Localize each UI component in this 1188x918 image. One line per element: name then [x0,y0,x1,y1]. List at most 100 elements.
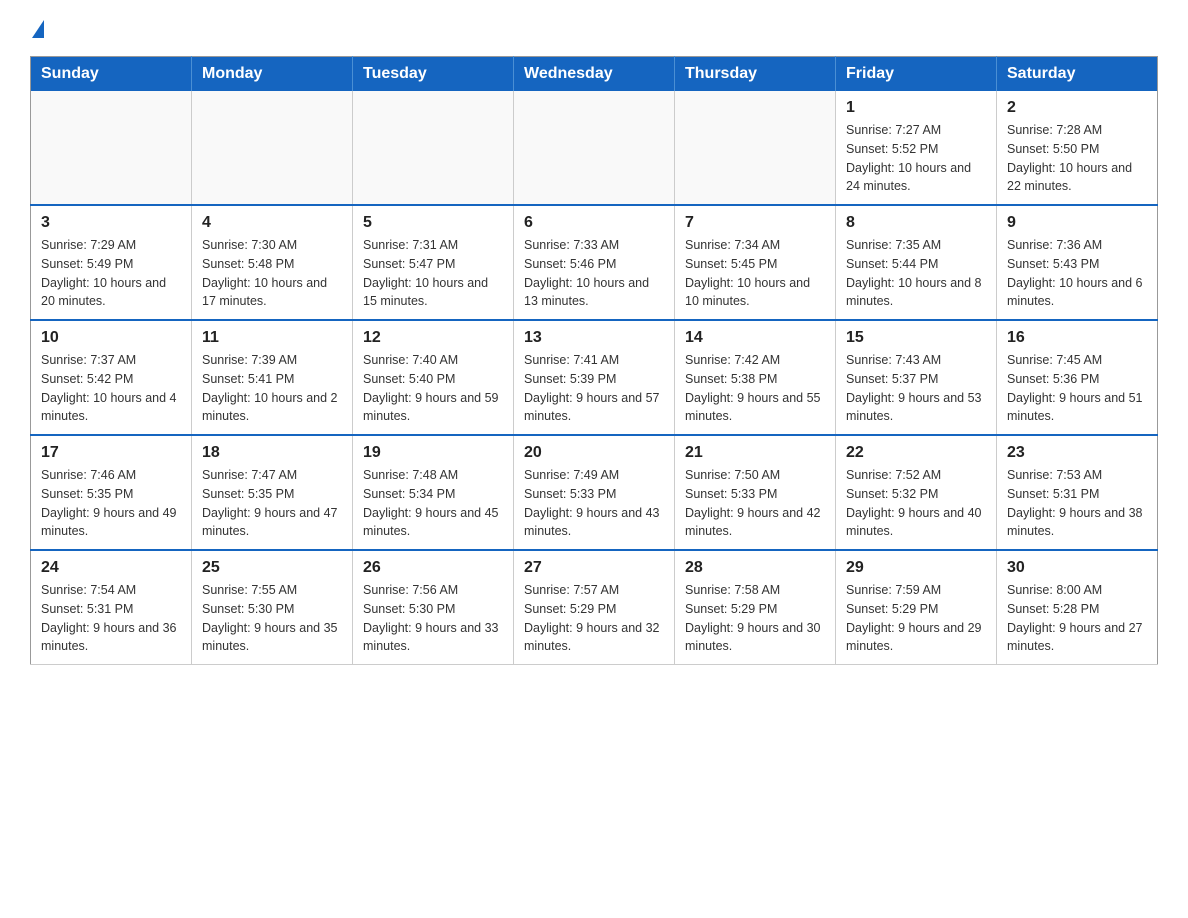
day-sun-info: Sunrise: 7:42 AMSunset: 5:38 PMDaylight:… [685,351,825,426]
day-number: 3 [41,214,181,232]
calendar-cell [31,91,192,205]
calendar-cell: 20Sunrise: 7:49 AMSunset: 5:33 PMDayligh… [514,435,675,550]
day-number: 21 [685,444,825,462]
day-sun-info: Sunrise: 7:36 AMSunset: 5:43 PMDaylight:… [1007,236,1147,311]
page-header [30,20,1158,38]
day-number: 7 [685,214,825,232]
day-number: 11 [202,329,342,347]
logo [30,20,44,38]
calendar-cell: 18 Sunrise: 7:47 AMSunset: 5:35 PMDayligh… [192,435,353,550]
calendar-cell: 6 Sunrise: 7:33 AMSunset: 5:46 PMDaylight… [514,205,675,320]
calendar-cell [192,91,353,205]
day-number: 5 [363,214,503,232]
day-number: 22 [846,444,986,462]
day-sun-info: Sunrise: 7:29 AMSunset: 5:49 PMDaylight:… [41,236,181,311]
day-sun-info: Sunrise: 7:43 AMSunset: 5:37 PMDaylight:… [846,351,986,426]
calendar-cell: 15 Sunrise: 7:43 AMSunset: 5:37 PMDayligh… [836,320,997,435]
calendar-cell: 17Sunrise: 7:46 AMSunset: 5:35 PMDayligh… [31,435,192,550]
calendar-cell: 22 Sunrise: 7:52 AMSunset: 5:32 PMDayligh… [836,435,997,550]
day-sun-info: Sunrise: 7:28 AMSunset: 5:50 PMDaylight:… [1007,121,1147,196]
day-number: 12 [363,329,503,347]
day-number: 18 [202,444,342,462]
day-sun-info: Sunrise: 7:59 AMSunset: 5:29 PMDaylight:… [846,581,986,656]
calendar-cell: 21Sunrise: 7:50 AMSunset: 5:33 PMDayligh… [675,435,836,550]
calendar-cell [353,91,514,205]
calendar-cell: 26Sunrise: 7:56 AMSunset: 5:30 PMDayligh… [353,550,514,665]
day-sun-info: Sunrise: 7:33 AMSunset: 5:46 PMDaylight:… [524,236,664,311]
calendar-cell: 4 Sunrise: 7:30 AMSunset: 5:48 PMDaylight… [192,205,353,320]
day-number: 20 [524,444,664,462]
calendar-cell: 5 Sunrise: 7:31 AMSunset: 5:47 PMDaylight… [353,205,514,320]
calendar-cell: 7 Sunrise: 7:34 AMSunset: 5:45 PMDaylight… [675,205,836,320]
calendar-cell: 30 Sunrise: 8:00 AMSunset: 5:28 PMDayligh… [997,550,1158,665]
day-number: 4 [202,214,342,232]
calendar-cell: 12 Sunrise: 7:40 AMSunset: 5:40 PMDayligh… [353,320,514,435]
day-sun-info: Sunrise: 7:46 AMSunset: 5:35 PMDaylight:… [41,466,181,541]
week-row-2: 3 Sunrise: 7:29 AMSunset: 5:49 PMDaylight… [31,205,1158,320]
day-sun-info: Sunrise: 7:31 AMSunset: 5:47 PMDaylight:… [363,236,503,311]
calendar-cell: 3 Sunrise: 7:29 AMSunset: 5:49 PMDaylight… [31,205,192,320]
calendar-table: SundayMondayTuesdayWednesdayThursdayFrid… [30,56,1158,665]
calendar-cell: 19 Sunrise: 7:48 AMSunset: 5:34 PMDayligh… [353,435,514,550]
weekday-header-thursday: Thursday [675,57,836,92]
day-sun-info: Sunrise: 7:52 AMSunset: 5:32 PMDaylight:… [846,466,986,541]
weekday-header-friday: Friday [836,57,997,92]
day-sun-info: Sunrise: 7:35 AMSunset: 5:44 PMDaylight:… [846,236,986,311]
day-number: 29 [846,559,986,577]
logo-triangle-icon [32,20,44,38]
day-sun-info: Sunrise: 7:53 AMSunset: 5:31 PMDaylight:… [1007,466,1147,541]
calendar-cell: 2 Sunrise: 7:28 AMSunset: 5:50 PMDaylight… [997,91,1158,205]
day-number: 10 [41,329,181,347]
calendar-cell: 11 Sunrise: 7:39 AMSunset: 5:41 PMDayligh… [192,320,353,435]
week-row-4: 17Sunrise: 7:46 AMSunset: 5:35 PMDayligh… [31,435,1158,550]
day-sun-info: Sunrise: 7:45 AMSunset: 5:36 PMDaylight:… [1007,351,1147,426]
day-number: 28 [685,559,825,577]
calendar-cell: 8 Sunrise: 7:35 AMSunset: 5:44 PMDaylight… [836,205,997,320]
weekday-header-monday: Monday [192,57,353,92]
day-sun-info: Sunrise: 7:37 AMSunset: 5:42 PMDaylight:… [41,351,181,426]
day-number: 15 [846,329,986,347]
day-sun-info: Sunrise: 7:48 AMSunset: 5:34 PMDaylight:… [363,466,503,541]
day-sun-info: Sunrise: 8:00 AMSunset: 5:28 PMDaylight:… [1007,581,1147,656]
day-sun-info: Sunrise: 7:56 AMSunset: 5:30 PMDaylight:… [363,581,503,656]
day-number: 1 [846,99,986,117]
day-sun-info: Sunrise: 7:30 AMSunset: 5:48 PMDaylight:… [202,236,342,311]
day-number: 14 [685,329,825,347]
calendar-cell: 1 Sunrise: 7:27 AMSunset: 5:52 PMDaylight… [836,91,997,205]
calendar-cell: 16Sunrise: 7:45 AMSunset: 5:36 PMDayligh… [997,320,1158,435]
calendar-cell: 25Sunrise: 7:55 AMSunset: 5:30 PMDayligh… [192,550,353,665]
weekday-header-tuesday: Tuesday [353,57,514,92]
day-sun-info: Sunrise: 7:58 AMSunset: 5:29 PMDaylight:… [685,581,825,656]
day-number: 30 [1007,559,1147,577]
day-sun-info: Sunrise: 7:27 AMSunset: 5:52 PMDaylight:… [846,121,986,196]
calendar-cell: 23Sunrise: 7:53 AMSunset: 5:31 PMDayligh… [997,435,1158,550]
day-number: 19 [363,444,503,462]
week-row-5: 24 Sunrise: 7:54 AMSunset: 5:31 PMDayligh… [31,550,1158,665]
calendar-cell: 10 Sunrise: 7:37 AMSunset: 5:42 PMDayligh… [31,320,192,435]
calendar-cell [675,91,836,205]
day-sun-info: Sunrise: 7:47 AMSunset: 5:35 PMDaylight:… [202,466,342,541]
day-number: 8 [846,214,986,232]
day-number: 9 [1007,214,1147,232]
calendar-cell: 13Sunrise: 7:41 AMSunset: 5:39 PMDayligh… [514,320,675,435]
weekday-header-sunday: Sunday [31,57,192,92]
calendar-cell: 28 Sunrise: 7:58 AMSunset: 5:29 PMDayligh… [675,550,836,665]
day-number: 24 [41,559,181,577]
day-sun-info: Sunrise: 7:34 AMSunset: 5:45 PMDaylight:… [685,236,825,311]
day-number: 25 [202,559,342,577]
day-sun-info: Sunrise: 7:39 AMSunset: 5:41 PMDaylight:… [202,351,342,426]
day-sun-info: Sunrise: 7:57 AMSunset: 5:29 PMDaylight:… [524,581,664,656]
day-number: 2 [1007,99,1147,117]
day-number: 6 [524,214,664,232]
day-number: 13 [524,329,664,347]
weekday-header-wednesday: Wednesday [514,57,675,92]
calendar-header-row: SundayMondayTuesdayWednesdayThursdayFrid… [31,57,1158,92]
day-sun-info: Sunrise: 7:54 AMSunset: 5:31 PMDaylight:… [41,581,181,656]
calendar-cell [514,91,675,205]
calendar-cell: 9 Sunrise: 7:36 AMSunset: 5:43 PMDaylight… [997,205,1158,320]
calendar-cell: 27Sunrise: 7:57 AMSunset: 5:29 PMDayligh… [514,550,675,665]
weekday-header-saturday: Saturday [997,57,1158,92]
calendar-cell: 29 Sunrise: 7:59 AMSunset: 5:29 PMDayligh… [836,550,997,665]
day-sun-info: Sunrise: 7:40 AMSunset: 5:40 PMDaylight:… [363,351,503,426]
calendar-cell: 24 Sunrise: 7:54 AMSunset: 5:31 PMDayligh… [31,550,192,665]
